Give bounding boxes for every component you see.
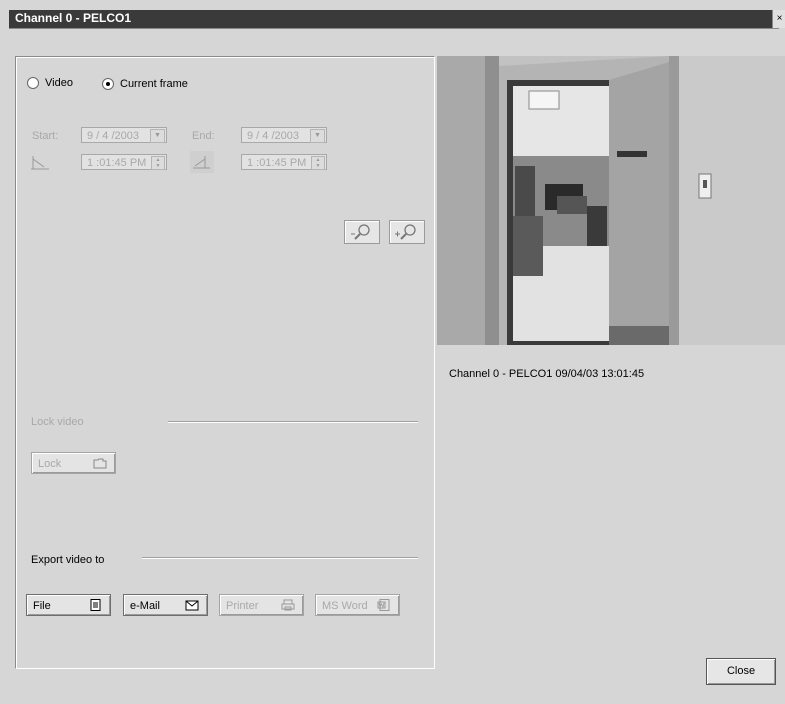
word-doc-icon <box>377 599 390 611</box>
folder-icon <box>93 458 107 469</box>
start-marker-icon <box>31 156 49 170</box>
window-title: Channel 0 - PELCO1 <box>15 11 132 25</box>
close-button[interactable]: Close <box>706 658 776 685</box>
zoom-in-button[interactable] <box>389 220 425 244</box>
export-msword-label: MS Word <box>322 600 368 612</box>
zoom-out-button[interactable] <box>344 220 380 244</box>
lock-button[interactable]: Lock <box>31 452 116 474</box>
frame-caption: Channel 0 - PELCO1 09/04/03 13:01:45 <box>449 368 645 380</box>
start-label: Start: <box>32 130 59 142</box>
end-label: End: <box>192 130 215 142</box>
lock-divider <box>168 421 418 423</box>
envelope-icon <box>185 600 199 611</box>
zoom-out-icon <box>351 224 370 240</box>
radio-current-frame[interactable]: Current frame <box>102 78 188 90</box>
video-preview <box>437 56 785 345</box>
radio-video[interactable]: Video <box>27 77 73 89</box>
export-email-button[interactable]: e-Mail <box>123 594 208 616</box>
radio-video-dot[interactable] <box>27 77 39 89</box>
end-marker-icon <box>190 151 214 173</box>
start-time-spinner[interactable]: 1 :01:45 PM ▲ ▼ <box>81 154 167 170</box>
end-date-value: 9 / 4 /2003 <box>247 130 299 142</box>
window-close-icon[interactable]: × <box>772 10 785 28</box>
export-printer-button[interactable]: Printer <box>219 594 304 616</box>
end-time-spinner[interactable]: 1 :01:45 PM ▲ ▼ <box>241 154 327 170</box>
start-time-value: 1 :01:45 PM <box>87 157 147 169</box>
export-email-label: e-Mail <box>130 600 160 612</box>
export-file-label: File <box>33 600 51 612</box>
zoom-in-icon <box>395 224 416 240</box>
radio-video-label: Video <box>45 77 73 89</box>
export-divider <box>142 557 418 559</box>
spinner-arrows-icon[interactable]: ▲ ▼ <box>151 156 165 170</box>
export-video-label: Export video to <box>31 554 105 566</box>
export-msword-button[interactable]: MS Word <box>315 594 400 616</box>
file-icon <box>90 599 101 611</box>
chevron-down-icon[interactable]: ▼ <box>310 129 325 143</box>
camera-frame-image <box>437 56 785 345</box>
options-panel <box>15 56 435 669</box>
printer-icon <box>281 599 295 611</box>
chevron-down-icon[interactable]: ▼ <box>150 129 165 143</box>
lock-button-label: Lock <box>38 458 62 470</box>
radio-current-frame-dot[interactable] <box>102 78 114 90</box>
end-time-value: 1 :01:45 PM <box>247 157 307 169</box>
end-date-picker[interactable]: 9 / 4 /2003 ▼ <box>241 127 327 143</box>
export-file-button[interactable]: File <box>26 594 111 616</box>
window-title-bar: Channel 0 - PELCO1 <box>9 10 779 29</box>
lock-video-label: Lock video <box>31 416 84 428</box>
start-date-value: 9 / 4 /2003 <box>87 130 139 142</box>
radio-current-frame-label: Current frame <box>120 78 188 90</box>
start-date-picker[interactable]: 9 / 4 /2003 ▼ <box>81 127 167 143</box>
export-printer-label: Printer <box>226 600 259 612</box>
spinner-arrows-icon[interactable]: ▲ ▼ <box>311 156 325 170</box>
